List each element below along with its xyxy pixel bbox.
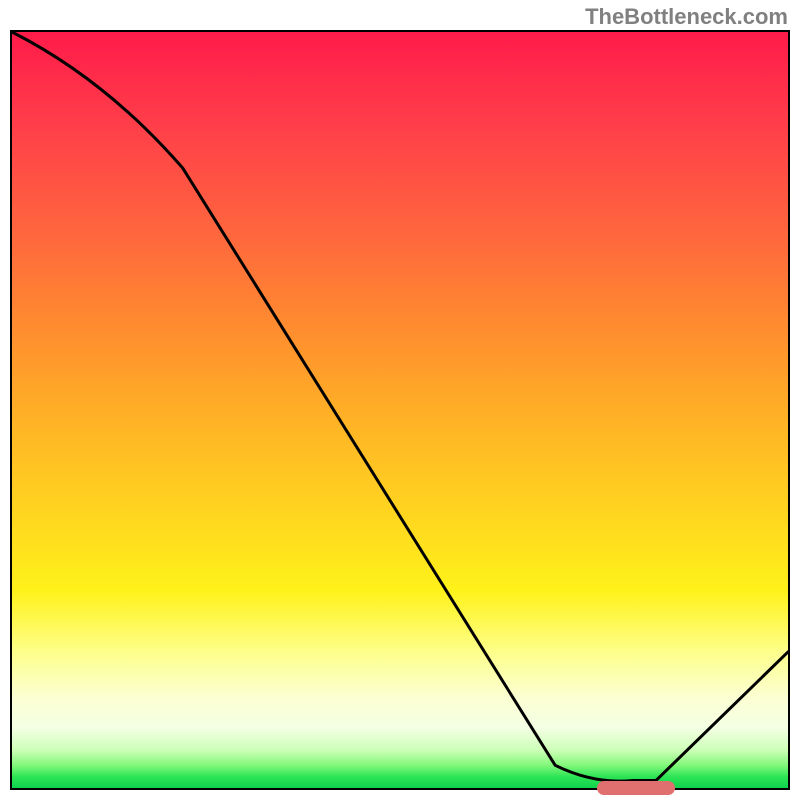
chart-plot-area [10,30,790,790]
watermark-text: TheBottleneck.com [585,4,788,30]
chart-marker-segment [597,781,675,795]
chart-line-curve [12,32,788,781]
chart-svg [12,32,788,788]
